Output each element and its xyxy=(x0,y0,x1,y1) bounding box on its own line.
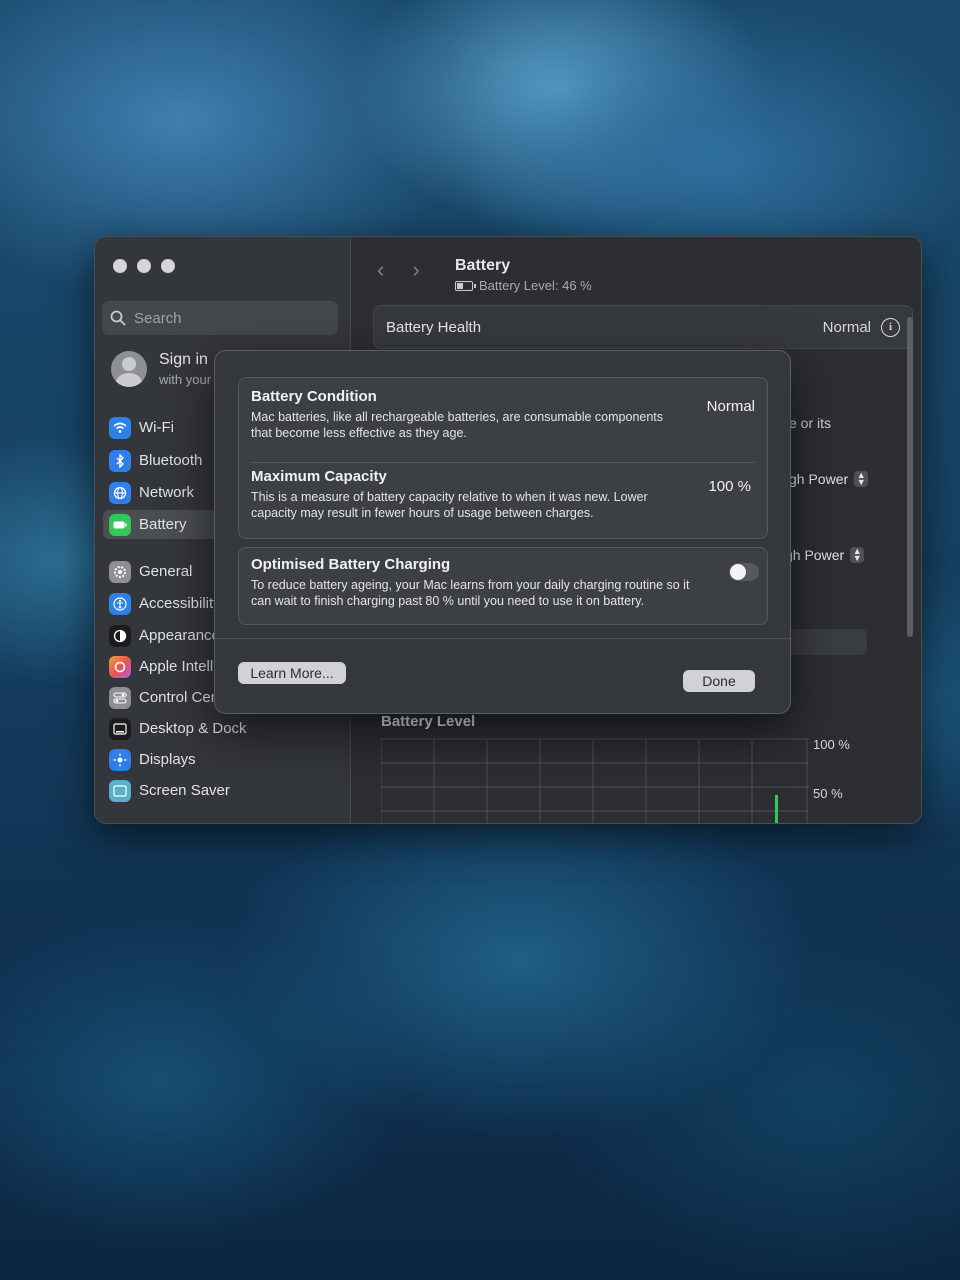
chart-axis-label-50: 50 % xyxy=(813,786,843,801)
apple-account-signin[interactable]: Sign in with your xyxy=(111,351,211,387)
battery-level-chart-title: Battery Level xyxy=(381,713,476,730)
dock-icon xyxy=(109,717,131,740)
scrollbar[interactable] xyxy=(907,317,913,637)
power-mode-select-1[interactable]: gh Power ▲ ▼ xyxy=(789,471,869,487)
battery-condition-value: Normal xyxy=(706,398,755,415)
optimised-charging-row: Optimised Battery Charging To reduce bat… xyxy=(251,556,755,609)
avatar xyxy=(111,351,147,387)
partial-description-text: e or its xyxy=(789,415,832,431)
battery-health-card: Battery Condition Mac batteries, like al… xyxy=(238,377,768,539)
stepper-icon: ▲ ▼ xyxy=(854,471,869,487)
zoom-button[interactable] xyxy=(161,259,175,273)
gear-icon xyxy=(109,560,131,583)
displays-icon xyxy=(109,748,131,771)
sidebar-item-displays[interactable]: Displays xyxy=(103,745,343,774)
apple-intelligence-icon xyxy=(109,655,131,678)
sidebar-item-label: Screen Saver xyxy=(139,782,230,799)
battery-condition-row: Battery Condition Mac batteries, like al… xyxy=(251,388,755,441)
battery-level-icon xyxy=(455,280,476,291)
segmented-control[interactable] xyxy=(783,629,867,655)
signin-title: Sign in xyxy=(159,351,208,368)
window-controls xyxy=(113,259,175,273)
forward-button[interactable]: › xyxy=(412,257,419,283)
done-button[interactable]: Done xyxy=(683,670,755,692)
minimize-button[interactable] xyxy=(137,259,151,273)
close-button[interactable] xyxy=(113,259,127,273)
battery-health-sheet: Battery Condition Mac batteries, like al… xyxy=(214,350,791,714)
bluetooth-icon xyxy=(109,449,131,472)
sidebar-item-label: Displays xyxy=(139,751,196,768)
battery-health-value: Normal xyxy=(822,318,871,336)
page-subtitle: Battery Level: 46 % xyxy=(455,278,592,293)
power-mode-value-2: gh Power xyxy=(785,547,845,563)
power-mode-select-2[interactable]: gh Power ▲ ▼ xyxy=(785,547,865,563)
sidebar-item-label: Bluetooth xyxy=(139,452,203,469)
stepper-icon: ▲ ▼ xyxy=(850,547,865,563)
battery-level-text: Battery Level: 46 % xyxy=(479,278,592,293)
sidebar-item-label: Appearance xyxy=(139,627,220,644)
sidebar-item-label: Accessibility xyxy=(139,595,221,612)
optimised-charging-toggle[interactable] xyxy=(729,563,759,581)
optimised-charging-description: To reduce battery ageing, your Mac learn… xyxy=(251,578,690,608)
battery-health-value-group: Normal i xyxy=(822,317,900,337)
learn-more-button[interactable]: Learn More... xyxy=(238,662,346,684)
info-icon[interactable]: i xyxy=(881,317,900,337)
battery-condition-title: Battery Condition xyxy=(251,388,377,405)
maximum-capacity-row: Maximum Capacity This is a measure of ba… xyxy=(251,468,755,521)
wifi-icon xyxy=(109,416,131,439)
search-placeholder: Search xyxy=(134,309,182,327)
battery-level-bar xyxy=(775,795,778,823)
battery-health-label: Battery Health xyxy=(386,318,482,336)
battery-icon xyxy=(109,513,131,536)
sidebar-item-label: Wi-Fi xyxy=(139,419,174,436)
search-input[interactable]: Search xyxy=(102,301,338,335)
maximum-capacity-value: 100 % xyxy=(708,478,751,495)
sidebar-item-label: Network xyxy=(139,484,195,501)
sidebar-item-label: Battery xyxy=(139,516,187,533)
optimised-charging-card: Optimised Battery Charging To reduce bat… xyxy=(238,547,768,625)
optimised-charging-title: Optimised Battery Charging xyxy=(251,556,451,573)
battery-health-row[interactable]: Battery Health Normal i xyxy=(373,305,913,349)
search-icon xyxy=(110,310,126,326)
navigation-arrows: ‹ › xyxy=(377,257,420,283)
control-centre-icon xyxy=(109,686,131,709)
accessibility-icon xyxy=(109,592,131,615)
power-mode-value-1: gh Power xyxy=(789,471,849,487)
divider xyxy=(251,462,755,463)
back-button[interactable]: ‹ xyxy=(377,257,384,283)
screen-saver-icon xyxy=(109,779,131,802)
battery-level-chart xyxy=(381,738,809,823)
sidebar-item-desktop-dock[interactable]: Desktop & Dock xyxy=(103,714,343,743)
maximum-capacity-title: Maximum Capacity xyxy=(251,468,387,485)
sidebar-item-screen-saver[interactable]: Screen Saver xyxy=(103,776,343,805)
maximum-capacity-description: This is a measure of battery capacity re… xyxy=(251,490,648,520)
sidebar-item-label: General xyxy=(139,563,193,580)
chart-axis-label-100: 100 % xyxy=(813,737,850,752)
globe-icon xyxy=(109,481,131,504)
appearance-icon xyxy=(109,624,131,647)
page-title: Battery xyxy=(455,257,511,274)
battery-condition-description: Mac batteries, like all rechargeable bat… xyxy=(251,410,664,440)
signin-subtitle: with your xyxy=(159,372,212,387)
sheet-divider xyxy=(215,638,790,639)
sidebar-item-label: Desktop & Dock xyxy=(139,720,247,737)
